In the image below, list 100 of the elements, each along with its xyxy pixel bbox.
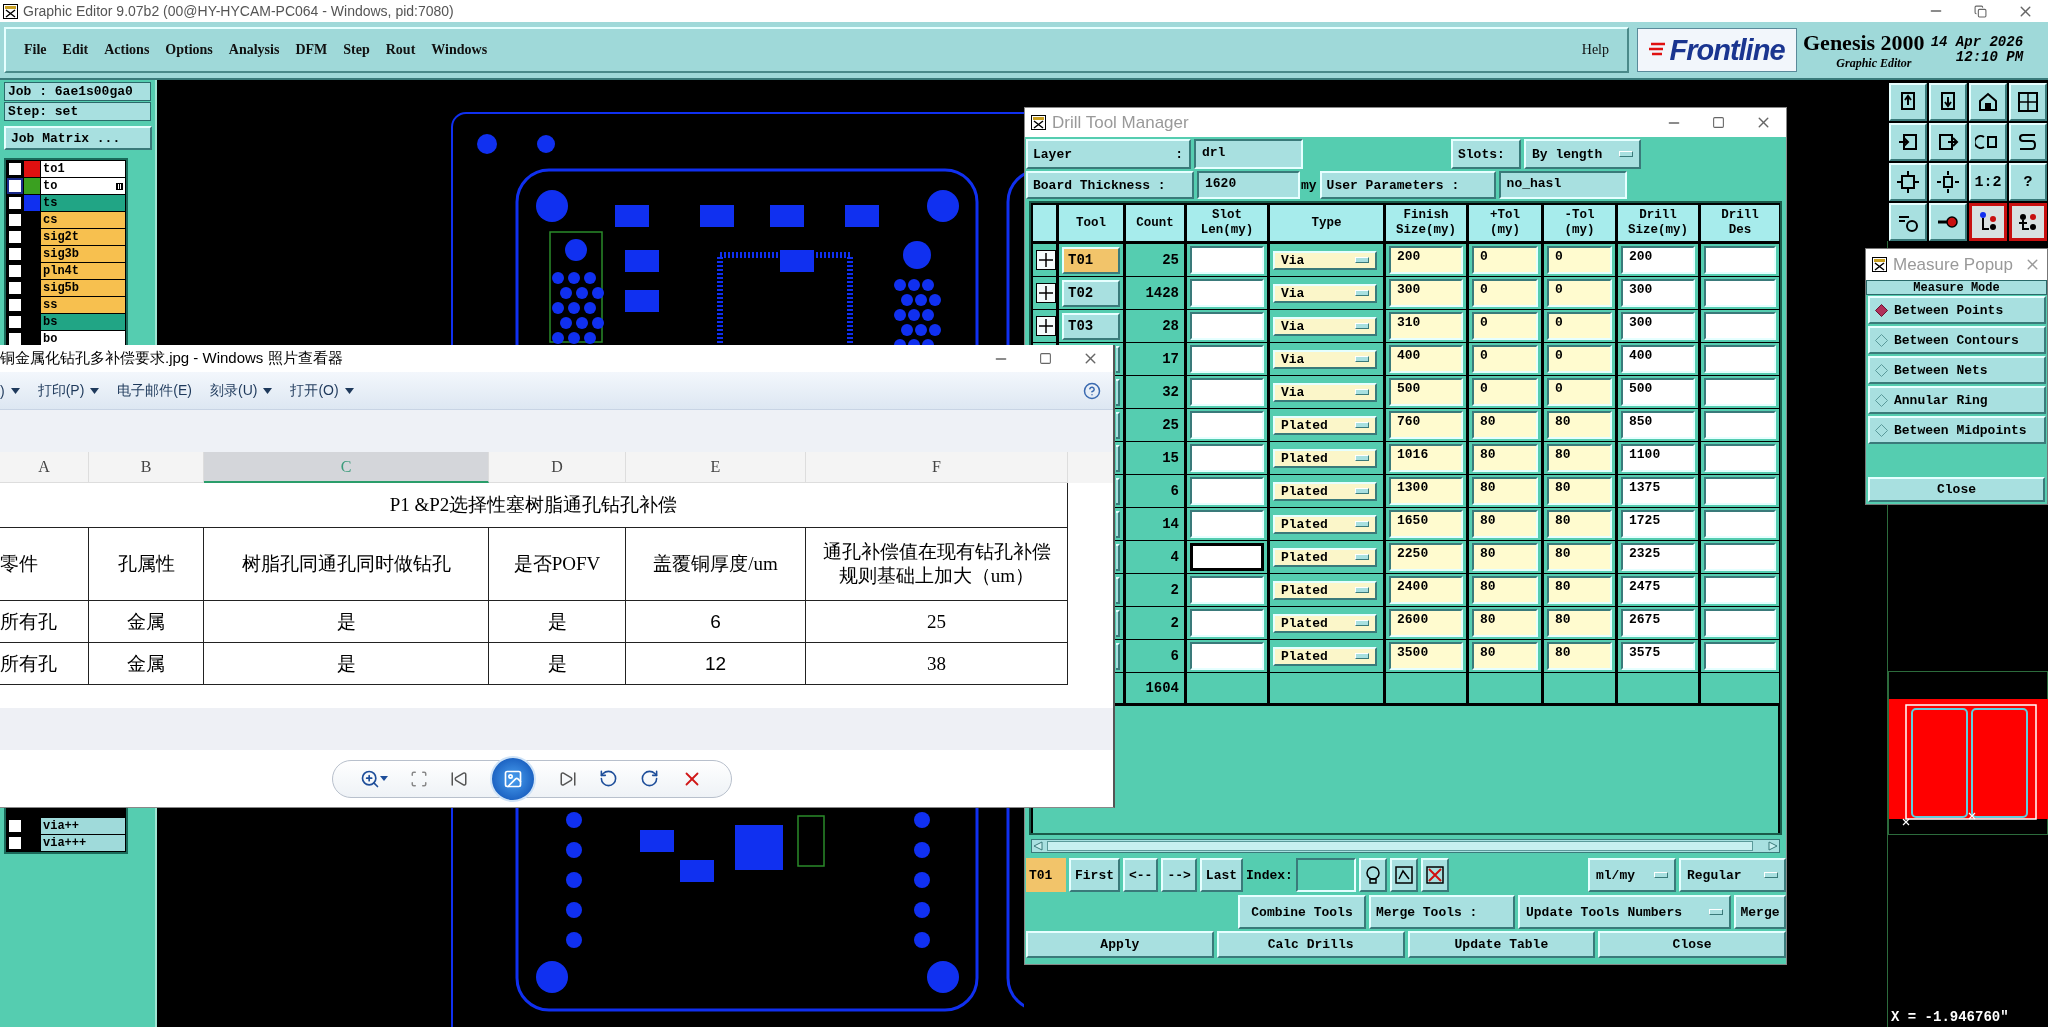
layer-name[interactable]: via+++ <box>41 835 125 851</box>
type-dropdown[interactable]: Plated <box>1273 547 1377 567</box>
drill-size-field[interactable]: 1100 <box>1621 444 1695 472</box>
toolbar-menu[interactable]: 打开(O) <box>290 381 354 400</box>
menu-item[interactable]: Analysis <box>220 40 288 60</box>
finish-size-field[interactable]: 400 <box>1389 345 1463 373</box>
drill-size-field[interactable]: 850 <box>1621 411 1695 439</box>
finish-size-field[interactable]: 310 <box>1389 312 1463 340</box>
merge-option-dropdown[interactable]: Update Tools Numbers <box>1518 895 1731 929</box>
finish-size-field[interactable]: 300 <box>1389 279 1463 307</box>
finish-size-field[interactable]: 1300 <box>1389 477 1463 505</box>
drill-size-field[interactable]: 400 <box>1621 345 1695 373</box>
type-dropdown[interactable]: Plated <box>1273 514 1377 534</box>
type-dropdown[interactable]: Plated <box>1273 481 1377 501</box>
finish-size-field[interactable]: 1650 <box>1389 510 1463 538</box>
plus-tolerance-field[interactable]: 0 <box>1472 345 1538 373</box>
menu-item[interactable]: Options <box>157 40 221 60</box>
minus-tolerance-field[interactable]: 0 <box>1547 345 1612 373</box>
drill-size-field[interactable]: 2325 <box>1621 543 1695 571</box>
navigation-button[interactable]: Last <box>1199 858 1244 892</box>
layer-name[interactable]: pln4t <box>41 263 125 279</box>
minus-tolerance-field[interactable]: 80 <box>1547 576 1612 604</box>
layer-name[interactable]: ss <box>41 297 125 313</box>
thickness-field[interactable]: 1620 <box>1197 171 1300 199</box>
type-dropdown[interactable]: Plated <box>1273 646 1377 666</box>
units-dropdown[interactable]: ml/my <box>1588 858 1676 892</box>
plus-tolerance-field[interactable]: 80 <box>1472 543 1538 571</box>
help-button[interactable]: ? <box>2009 163 2047 201</box>
layer-name[interactable]: via++ <box>41 818 125 834</box>
layer-name[interactable]: sig2t <box>41 229 125 245</box>
minus-tolerance-field[interactable]: 80 <box>1547 411 1612 439</box>
parameters-field[interactable]: no_hasl <box>1498 171 1627 199</box>
menu-item[interactable]: DFM <box>287 40 336 60</box>
plus-tolerance-field[interactable]: 80 <box>1472 444 1538 472</box>
layer-name[interactable]: bs <box>41 314 125 330</box>
toolbar-menu[interactable]: ) <box>0 382 20 399</box>
toolbar-menu[interactable]: 电子邮件(E) <box>117 381 192 400</box>
minus-tolerance-field[interactable]: 80 <box>1547 444 1612 472</box>
plus-tolerance-field[interactable]: 80 <box>1472 510 1538 538</box>
minus-tolerance-field[interactable]: 0 <box>1547 312 1612 340</box>
drill-size-field[interactable]: 3575 <box>1621 642 1695 670</box>
drill-size-field[interactable]: 1375 <box>1621 477 1695 505</box>
drill-size-field[interactable]: 1725 <box>1621 510 1695 538</box>
minus-tolerance-field[interactable]: 0 <box>1547 279 1612 307</box>
type-dropdown[interactable]: Via <box>1273 283 1377 303</box>
menu-item[interactable]: File <box>16 40 55 60</box>
toolbar-menu[interactable]: 打印(P) <box>37 381 100 400</box>
measure-mode-option[interactable]: Between Points <box>1868 296 2046 324</box>
layer-name[interactable]: cs <box>41 212 125 228</box>
type-dropdown[interactable]: Via <box>1273 316 1377 336</box>
menu-item[interactable]: Actions <box>96 40 158 60</box>
type-dropdown[interactable]: Plated <box>1273 613 1377 633</box>
plus-tolerance-field[interactable]: 0 <box>1472 312 1538 340</box>
finish-size-field[interactable]: 1016 <box>1389 444 1463 472</box>
action-button[interactable]: Apply <box>1026 931 1214 958</box>
menu-item[interactable]: Edit <box>54 40 97 60</box>
measure-mode-option[interactable]: Between Nets <box>1868 356 2046 384</box>
navigation-button[interactable]: First <box>1069 858 1120 892</box>
toolbar-menu[interactable]: 刻录(U) <box>210 381 273 400</box>
menu-item[interactable]: Windows <box>423 40 496 60</box>
minus-tolerance-field[interactable]: 80 <box>1547 510 1612 538</box>
tool-button[interactable]: T03 <box>1062 312 1120 340</box>
slots-dropdown[interactable]: By length <box>1524 139 1641 169</box>
layer-name[interactable]: ts <box>41 195 125 211</box>
finish-size-field[interactable]: 3500 <box>1389 642 1463 670</box>
help-menu[interactable]: Help <box>1573 40 1617 60</box>
type-dropdown[interactable]: Plated <box>1273 580 1377 600</box>
action-button[interactable]: Update Table <box>1407 931 1596 958</box>
layer-name[interactable]: to1 <box>41 161 125 177</box>
measure-mode-option[interactable]: Between Midpoints <box>1868 416 2046 444</box>
layer-field[interactable]: drl <box>1194 139 1303 169</box>
finish-size-field[interactable]: 200 <box>1389 246 1463 274</box>
navigation-button[interactable]: --> <box>1161 858 1197 892</box>
drill-size-field[interactable]: 2675 <box>1621 609 1695 637</box>
type-dropdown[interactable]: Plated <box>1273 448 1377 468</box>
drill-size-field[interactable]: 300 <box>1621 312 1695 340</box>
finish-size-field[interactable]: 760 <box>1389 411 1463 439</box>
drill-size-field[interactable]: 500 <box>1621 378 1695 406</box>
job-matrix-button[interactable]: Job Matrix ... <box>4 126 152 150</box>
minus-tolerance-field[interactable]: 80 <box>1547 642 1612 670</box>
minus-tolerance-field[interactable]: 80 <box>1547 543 1612 571</box>
measure-mode-option[interactable]: Annular Ring <box>1868 386 2046 414</box>
type-dropdown[interactable]: Via <box>1273 349 1377 369</box>
plus-tolerance-field[interactable]: 80 <box>1472 642 1538 670</box>
action-button[interactable]: Calc Drills <box>1216 931 1405 958</box>
plus-tolerance-field[interactable]: 0 <box>1472 378 1538 406</box>
type-dropdown[interactable]: Via <box>1273 250 1377 270</box>
mode-dropdown[interactable]: Regular <box>1679 858 1786 892</box>
plus-tolerance-field[interactable]: 80 <box>1472 477 1538 505</box>
close-button[interactable]: Close <box>1868 477 2045 502</box>
drill-size-field[interactable]: 2475 <box>1621 576 1695 604</box>
combine-tools-button[interactable]: Combine Tools <box>1238 895 1366 929</box>
tool-button[interactable]: T01 <box>1062 246 1120 274</box>
menu-item[interactable]: Step <box>335 40 378 60</box>
finish-size-field[interactable]: 2600 <box>1389 609 1463 637</box>
finish-size-field[interactable]: 2250 <box>1389 543 1463 571</box>
plus-tolerance-field[interactable]: 80 <box>1472 411 1538 439</box>
merge-button[interactable]: Merge <box>1734 895 1786 929</box>
minus-tolerance-field[interactable]: 80 <box>1547 609 1612 637</box>
drill-size-field[interactable]: 300 <box>1621 279 1695 307</box>
